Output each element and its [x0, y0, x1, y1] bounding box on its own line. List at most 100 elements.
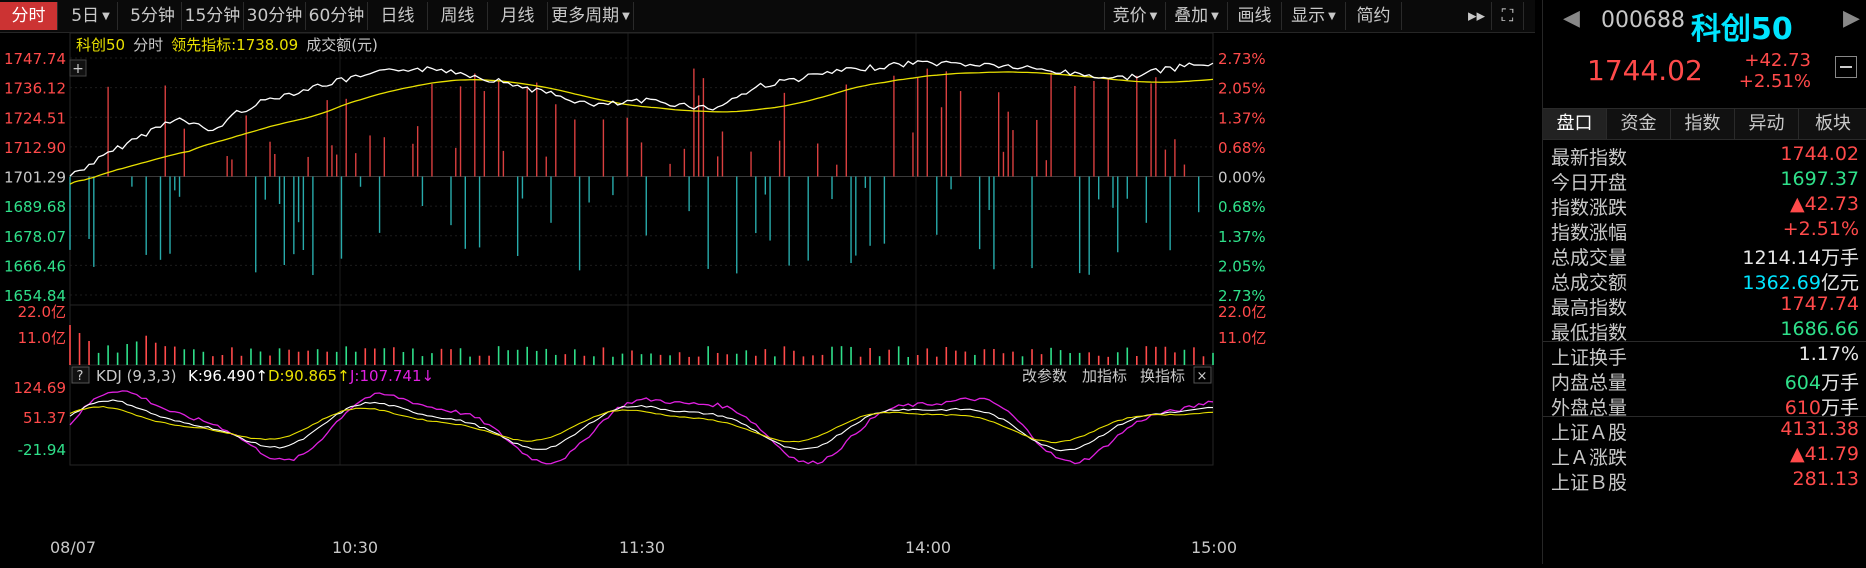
quote-row-number: 1697.37	[1780, 168, 1859, 190]
intraday-chart[interactable]: 1747.74 2.73% 1736.12 2.05% 1724.51 1.37% 1712…	[0, 32, 1535, 564]
percent-tick: 0.00%	[1218, 169, 1266, 187]
draw-line-button[interactable]: 画线	[1228, 2, 1282, 30]
tab-15min[interactable]: 15分钟	[182, 2, 244, 30]
minimize-icon[interactable]	[1835, 56, 1857, 78]
price-tick: 1712.90	[4, 139, 66, 157]
chevron-down-icon: ▼	[1211, 11, 1219, 22]
compact-button[interactable]: 简约	[1346, 2, 1402, 30]
price-tick: 1678.07	[4, 228, 66, 246]
quote-row-unit: 万手	[1820, 247, 1859, 269]
kdj-action-button[interactable]: 换指标	[1140, 367, 1185, 385]
price-change: +42.73 +2.51%	[1733, 50, 1811, 92]
display-dropdown[interactable]: 显示 ▼	[1282, 2, 1346, 30]
quote-row-label: 最高指数	[1551, 297, 1628, 319]
kdj-tick: 51.37	[23, 409, 66, 427]
quote-row: 总成交量 1214.14万手	[1551, 243, 1859, 269]
price-tick: 1724.51	[4, 109, 66, 127]
change-percent: +2.51%	[1738, 71, 1811, 92]
legend-item: 科创50	[76, 36, 125, 54]
chart-canvas[interactable]: 1747.74 2.73% 1736.12 2.05% 1724.51 1.37% 1712…	[0, 32, 1535, 564]
chevron-down-icon: ▼	[1149, 11, 1158, 22]
tab-daily[interactable]: 日线	[368, 2, 428, 30]
quote-row-number: 1214.14	[1742, 247, 1821, 269]
kdj-label: KDJ (9,3,3)	[96, 367, 176, 385]
time-tick: 10:30	[332, 538, 378, 557]
tab-intraday[interactable]: 分时	[0, 2, 58, 30]
quote-row-number: 604	[1784, 372, 1821, 394]
quote-row-value: 4131.38	[1780, 418, 1859, 440]
quote-row: 今日开盘 1697.37	[1551, 168, 1859, 194]
quote-row: 外盘总量 610万手	[1551, 393, 1859, 419]
kdj-d-line	[69, 405, 1214, 444]
quote-row-unit: 万手	[1820, 372, 1859, 394]
quote-row-value: 1744.02	[1780, 143, 1859, 165]
auction-dropdown[interactable]: 竞价 ▼	[1104, 2, 1166, 30]
tab-weekly[interactable]: 周线	[428, 2, 488, 30]
quote-row: 最低指数 1686.66	[1551, 318, 1859, 344]
quote-row-value: ▲41.79	[1790, 443, 1859, 465]
kdj-action-button[interactable]: 改参数	[1022, 367, 1067, 385]
quote-row-number: 281.13	[1792, 468, 1859, 490]
prev-arrow-icon[interactable]: ◀	[1563, 6, 1580, 31]
quote-row: 上Ａ涨跌 ▲41.79	[1551, 443, 1859, 469]
quote-row-value: 1.17%	[1799, 343, 1859, 365]
quote-row-value: 604万手	[1785, 368, 1859, 395]
chart-legend: 科创50 分时 领先指标:1738.09 成交额(元)	[76, 36, 378, 54]
quote-row: 上证换手 1.17%	[1551, 343, 1859, 369]
quote-row-unit: 亿元	[1820, 272, 1859, 294]
kdj-tick: 124.69	[14, 379, 67, 397]
tab-5min[interactable]: 5分钟	[124, 2, 182, 30]
tab-60min[interactable]: 60分钟	[306, 2, 368, 30]
quote-row: 最高指数 1747.74	[1551, 293, 1859, 319]
tab-30min[interactable]: 30分钟	[244, 2, 306, 30]
price-tick: 1689.68	[4, 198, 66, 216]
panel-tabs: 盘口 资金 指数 异动 板块	[1543, 108, 1866, 140]
quote-row-value: 1697.37	[1780, 168, 1859, 190]
volume-tick: 11.0亿	[1218, 329, 1266, 347]
period-toolbar: 分时 5日 ▼ 5分钟 15分钟 30分钟 60分钟 日线 周线 月线 更多周期 ▼…	[0, 0, 1535, 33]
kdj-k-line	[69, 399, 1214, 452]
tab-index[interactable]: 指数	[1671, 109, 1735, 139]
price-tick: 1666.46	[4, 257, 66, 275]
kdj-action-button[interactable]: 加指标	[1082, 367, 1127, 385]
row-divider	[1543, 416, 1866, 417]
last-price: 1744.02	[1587, 54, 1703, 87]
percent-tick: 2.73%	[1218, 50, 1266, 68]
tab-5day[interactable]: 5日 ▼	[64, 2, 118, 30]
expand-icon[interactable]: ⛶	[1492, 2, 1524, 30]
quote-row-number: ▲41.79	[1789, 443, 1859, 465]
quote-row: 最新指数 1744.02	[1551, 143, 1859, 169]
quote-row-value: 281.13	[1793, 468, 1859, 490]
percent-tick: 2.05%	[1218, 257, 1266, 275]
quote-row: 内盘总量 604万手	[1551, 368, 1859, 395]
kdj-k-value: K:96.490↑	[188, 367, 268, 385]
tab-funds[interactable]: 资金	[1607, 109, 1671, 139]
quote-row: 总成交额 1362.69亿元	[1551, 268, 1859, 294]
quote-panel: ◀ 000688 科创50 ▶ 1744.02 +42.73 +2.51% 盘口…	[1542, 0, 1866, 564]
price-tick: 1701.29	[4, 169, 66, 187]
tab-sector[interactable]: 板块	[1799, 109, 1866, 139]
quote-row: 指数涨幅 +2.51%	[1551, 218, 1859, 244]
double-right-arrow-icon[interactable]: ▸▸	[1462, 2, 1492, 30]
tab-monthly[interactable]: 月线	[488, 2, 548, 30]
quote-row-number: 1747.74	[1780, 293, 1859, 315]
more-periods-dropdown[interactable]: 更多周期 ▼	[548, 2, 634, 30]
quote-row-label: 上证Ａ股	[1551, 422, 1628, 444]
legend-item: 分时	[133, 36, 163, 54]
chevron-down-icon: ▼	[622, 11, 630, 22]
tab-movement[interactable]: 异动	[1735, 109, 1799, 139]
percent-tick: 1.37%	[1218, 109, 1266, 127]
row-divider	[1543, 341, 1866, 342]
quote-row-number: 1744.02	[1780, 143, 1859, 165]
quote-row-label: 总成交额	[1551, 272, 1628, 294]
chart-frame	[69, 32, 1214, 466]
percent-tick: 2.05%	[1218, 80, 1266, 98]
quote-row-number: 1.17%	[1798, 343, 1859, 365]
tab-order-book[interactable]: 盘口	[1543, 109, 1607, 139]
quote-row-label: 指数涨跌	[1551, 197, 1628, 219]
quote-row: 上证Ａ股 4131.38	[1551, 418, 1859, 444]
volume-tick: 11.0亿	[18, 329, 66, 347]
overlay-dropdown[interactable]: 叠加 ▼	[1166, 2, 1228, 30]
time-tick: 08/07	[50, 538, 96, 557]
next-arrow-icon[interactable]: ▶	[1843, 6, 1860, 31]
